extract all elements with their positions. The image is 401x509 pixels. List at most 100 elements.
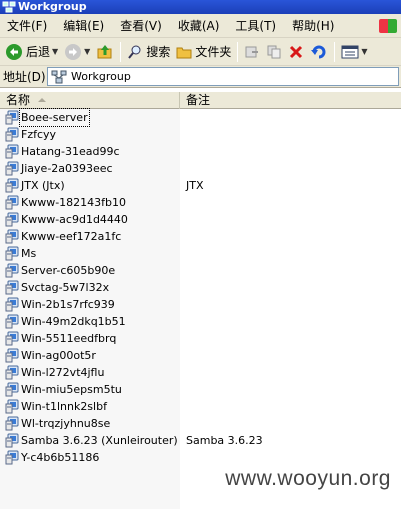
computer-icon [5,297,19,312]
item-name: Fzfcyy [21,128,57,141]
up-folder-icon [97,44,112,58]
undo-button[interactable] [307,40,331,64]
computer-icon [5,263,19,278]
menu-file[interactable]: 文件(F) [0,14,55,38]
column-name-label: 名称 [6,93,31,107]
folder-icon [176,47,192,58]
column-header-comment[interactable]: 备注 [180,92,401,109]
search-button[interactable]: 搜索 [124,40,173,64]
item-name: Win-t1lnnk2slbf [21,400,107,413]
folders-label: 文件夹 [195,45,232,59]
computer-icon [5,365,19,380]
chevron-down-icon[interactable]: ▼ [361,47,367,56]
folders-button[interactable]: 文件夹 [173,40,234,64]
chevron-down-icon[interactable]: ▼ [84,47,90,56]
watermark: www.wooyun.org [225,467,391,490]
list-item[interactable]: Ms [0,245,401,262]
list-item[interactable]: Kwww-182143fb10 [0,194,401,211]
computer-icon [5,314,19,329]
address-input[interactable]: Workgroup [47,67,399,86]
item-name: Hatang-31ead99c [21,145,120,158]
list-item[interactable]: Kwww-ac9d1d4440 [0,211,401,228]
list-item[interactable]: Win-l272vt4jflu [0,364,401,381]
move-to-button[interactable] [241,40,263,64]
delete-x-icon [290,45,303,58]
item-name: Win-5511eedfbrq [21,332,117,345]
item-name: Kwww-ac9d1d4440 [21,213,128,226]
copy-to-icon [267,45,281,58]
list-item[interactable]: Win-t1lnnk2slbf [0,398,401,415]
item-comment: JTX [186,179,204,192]
item-name: Jiaye-2a0393eec [21,162,113,175]
toolbar-separator [237,41,239,62]
computer-icon [5,399,19,414]
item-name: Win-ag00ot5r [21,349,96,362]
computer-list: Boee-server Fzfcyy Hatang-31ead99c Jiaye-2a… [0,108,401,466]
item-name: Win-miu5epsm5tu [21,383,122,396]
views-button[interactable]: ▼ [338,40,370,64]
computer-icon [5,331,19,346]
computer-icon [5,229,19,244]
item-comment: Samba 3.6.23 [186,434,263,447]
computer-icon [5,127,19,142]
list-item[interactable]: Hatang-31ead99c [0,143,401,160]
search-label: 搜索 [146,45,171,59]
windows-logo-icon [379,18,397,33]
toolbar-separator [120,41,122,62]
list-item[interactable]: Wl-trqzjyhnu8se [0,415,401,432]
column-header-name[interactable]: 名称 [0,92,180,109]
title-bar[interactable]: Workgroup [0,0,401,14]
list-item[interactable]: JTX (Jtx) JTX [0,177,401,194]
list-item[interactable]: Jiaye-2a0393eec [0,160,401,177]
list-item[interactable]: Win-5511eedfbrq [0,330,401,347]
item-name: Kwww-182143fb10 [21,196,127,209]
list-item[interactable]: Win-49m2dkq1b51 [0,313,401,330]
list-item[interactable]: Y-c4b6b51186 [0,449,401,466]
list-item[interactable]: Svctag-5w7l32x [0,279,401,296]
menu-bar: 文件(F) 编辑(E) 查看(V) 收藏(A) 工具(T) 帮助(H) [0,14,401,38]
list-item[interactable]: Win-ag00ot5r [0,347,401,364]
address-label: 地址(D) [3,70,46,84]
menu-view[interactable]: 查看(V) [112,14,170,38]
search-icon [128,45,141,59]
forward-button[interactable]: ▼ [61,40,93,64]
computer-icon [5,144,19,159]
menu-favorites[interactable]: 收藏(A) [170,14,228,38]
item-name: Samba 3.6.23 (Xunleirouter) [21,434,178,447]
computer-icon [5,433,19,448]
list-item[interactable]: Boee-server [0,108,401,127]
column-header: 名称 备注 [0,92,401,109]
computer-icon [5,416,19,431]
menu-help[interactable]: 帮助(H) [284,14,342,38]
computer-icon [5,212,19,227]
computer-icon [5,110,19,125]
computer-icon [5,280,19,295]
forward-arrow-icon [65,43,82,60]
menu-edit[interactable]: 编辑(E) [55,14,112,38]
menu-tools[interactable]: 工具(T) [227,14,284,38]
item-name: Boee-server [19,108,90,127]
list-item[interactable]: Samba 3.6.23 (Xunleirouter) Samba 3.6.23 [0,432,401,449]
item-name: Server-c605b90e [21,264,116,277]
list-item[interactable]: Kwww-eef172a1fc [0,228,401,245]
workgroup-icon [51,70,67,83]
column-comment-label: 备注 [186,93,211,107]
address-value: Workgroup [71,70,131,83]
list-item[interactable]: Server-c605b90e [0,262,401,279]
list-item[interactable]: Win-miu5epsm5tu [0,381,401,398]
computer-icon [5,246,19,261]
copy-to-button[interactable] [263,40,285,64]
file-list: 名称 备注 Boee-server Fzfcyy Hatang-31ead99c Ji… [0,88,401,509]
toolbar: 后退 ▼ ▼ 搜索 文件夹 ▼ [0,38,401,66]
back-button[interactable]: 后退 ▼ [2,40,61,64]
list-item[interactable]: Win-2b1s7rfc939 [0,296,401,313]
up-folder-button[interactable] [93,40,117,64]
move-to-icon [245,46,259,57]
list-item[interactable]: Fzfcyy [0,126,401,143]
item-name: Win-l272vt4jflu [21,366,105,379]
address-bar: 地址(D) Workgroup [0,66,401,88]
item-name: Ms [21,247,37,260]
network-places-icon [2,1,16,13]
chevron-down-icon[interactable]: ▼ [52,47,58,56]
delete-button[interactable] [285,40,307,64]
